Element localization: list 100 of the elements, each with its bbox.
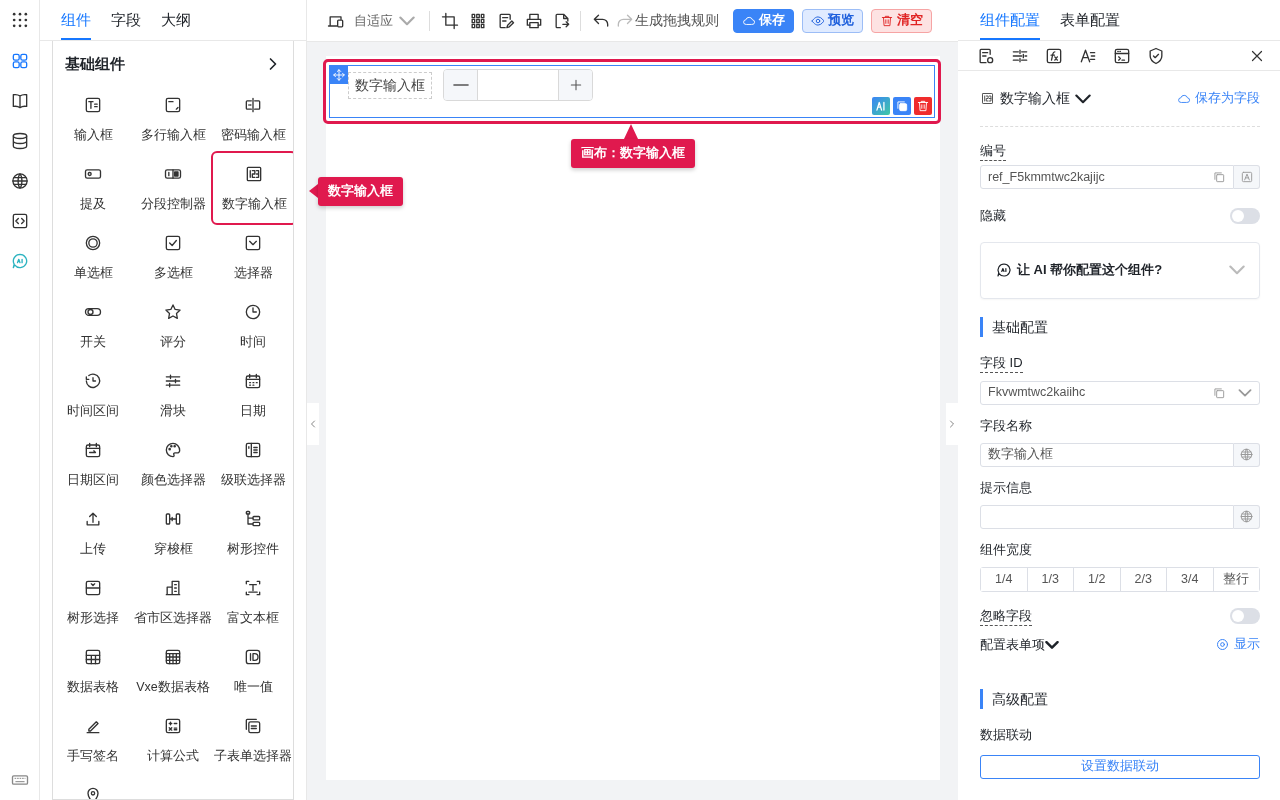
field-label: 编号 xyxy=(980,142,1006,161)
section-heading: 基础配置 xyxy=(980,316,1260,337)
save-as-field-link[interactable]: 保存为字段 xyxy=(1177,89,1260,108)
set-linkage-button[interactable]: 设置数据联动 xyxy=(980,754,1260,779)
palette-icon xyxy=(163,440,183,460)
component-item[interactable]: 数字输入框 xyxy=(211,151,293,225)
show-link[interactable]: 显示 xyxy=(1215,635,1260,655)
field-label: 字段 ID xyxy=(980,353,1023,373)
table-icon xyxy=(83,647,103,667)
clock-icon xyxy=(243,302,263,322)
star-icon xyxy=(163,302,183,322)
trash-icon xyxy=(880,13,894,28)
globe-icon[interactable] xyxy=(1239,447,1254,462)
component-item[interactable]: 滑块 xyxy=(133,363,213,432)
width-option[interactable]: 整行 xyxy=(1212,567,1259,591)
component-item[interactable]: 输入框 xyxy=(53,87,133,156)
panel-tab[interactable]: 组件 xyxy=(61,0,91,40)
password-field-icon xyxy=(243,95,263,115)
toolbar-button[interactable]: 清空 xyxy=(871,8,932,33)
ai-assist-prompt[interactable]: 让 AI 帮你配置这个组件? xyxy=(1017,260,1163,280)
component-item[interactable]: 级联选择器 xyxy=(213,432,293,501)
cascader-icon xyxy=(243,440,263,460)
component-item[interactable]: 上传 xyxy=(53,501,133,570)
field-label: 字段名称 xyxy=(980,416,1032,435)
rail-button[interactable] xyxy=(9,171,30,191)
component-item[interactable]: 日期区间 xyxy=(53,432,133,501)
globe-icon[interactable] xyxy=(1239,509,1254,524)
text-icon[interactable] xyxy=(1239,170,1254,184)
component-item[interactable]: 手写签名 xyxy=(53,708,133,777)
component-item[interactable]: 选择器 xyxy=(213,225,293,294)
copy-icon xyxy=(895,99,909,113)
component-item[interactable]: 时间区间 xyxy=(53,363,133,432)
eye-icon xyxy=(1215,637,1230,653)
callout: 画布：数字输入框 xyxy=(571,124,695,168)
component-item[interactable]: 富文本框 xyxy=(213,570,293,639)
copy-icon[interactable] xyxy=(1212,385,1226,400)
field-label: 忽略字段 xyxy=(980,605,1032,626)
component-item[interactable]: 颜色选择器 xyxy=(133,432,213,501)
component-item[interactable]: 开关 xyxy=(53,294,133,363)
component-item[interactable]: 提及 xyxy=(53,156,133,225)
toggle-switch[interactable] xyxy=(1230,207,1260,224)
text-field[interactable]: 数字输入框 xyxy=(980,442,1234,467)
component-item[interactable]: 计算公式 xyxy=(133,708,213,777)
panel-tab[interactable]: 大纲 xyxy=(161,0,191,40)
field-label: 数据联动 xyxy=(980,725,1032,744)
form-item-config-toggle[interactable]: 配置表单项 xyxy=(980,635,1059,655)
panel-tab[interactable]: 组件配置 xyxy=(980,0,1040,40)
text-field-icon xyxy=(83,95,103,115)
component-item[interactable]: 多选框 xyxy=(133,225,213,294)
component-item[interactable]: 日期 xyxy=(213,363,293,432)
eye-icon xyxy=(811,13,825,28)
section-title: 基础组件 xyxy=(65,53,125,74)
globe-icon xyxy=(9,171,30,191)
component-item[interactable]: 穿梭框 xyxy=(133,501,213,570)
toolbar-button[interactable]: 预览 xyxy=(802,8,863,33)
component-item[interactable]: 时间 xyxy=(213,294,293,363)
form-item[interactable]: 数字输入框 xyxy=(329,65,935,118)
rich-text-icon xyxy=(243,578,263,598)
panel-tab[interactable]: 字段 xyxy=(111,0,141,40)
copy-button[interactable] xyxy=(893,97,911,115)
component-item[interactable]: 子表单选择器 xyxy=(213,708,293,777)
chevron-down-icon xyxy=(399,15,415,26)
text-area-icon xyxy=(163,95,183,115)
component-item[interactable]: 唯一值 xyxy=(213,639,293,708)
layout-select[interactable]: 自适应 xyxy=(350,10,419,31)
component-type-select[interactable]: 数字输入框 xyxy=(980,88,1091,109)
panel-tab[interactable]: 表单配置 xyxy=(1060,0,1120,40)
text-field[interactable]: ref_F5kmmtwc2kajijc xyxy=(980,165,1234,189)
component-item[interactable]: 树形选择 xyxy=(53,570,133,639)
sparkle-icon xyxy=(874,99,888,113)
component-item[interactable]: 数据表格 xyxy=(53,639,133,708)
checkbox-icon xyxy=(163,233,183,253)
text-field[interactable] xyxy=(980,504,1234,529)
generate-rules-link[interactable]: 生成拖拽规则 xyxy=(635,10,719,31)
id-card-icon xyxy=(243,647,263,667)
ai-button[interactable] xyxy=(872,97,890,115)
number-input[interactable] xyxy=(443,69,593,101)
field-label: 组件宽度 xyxy=(980,540,1032,559)
component-item[interactable]: 单选框 xyxy=(53,225,133,294)
component-item[interactable]: Vxe数据表格 xyxy=(133,639,213,708)
select-field[interactable]: Fkvwmtwc2kaiihc xyxy=(980,380,1260,405)
chevron-down-icon[interactable] xyxy=(1229,265,1245,275)
component-item[interactable]: 树形控件 xyxy=(213,501,293,570)
delete-button[interactable] xyxy=(914,97,932,115)
minus-icon xyxy=(452,84,469,86)
move-handle[interactable] xyxy=(330,66,348,84)
crop-icon[interactable] xyxy=(440,10,460,31)
field-label: 隐藏 xyxy=(980,207,1006,225)
copy-icon[interactable] xyxy=(1212,170,1226,184)
trash-icon xyxy=(916,99,930,113)
component-item[interactable]: 评分 xyxy=(133,294,213,363)
toolbar-button[interactable]: 保存 xyxy=(733,8,794,33)
component-item[interactable]: 多行输入框 xyxy=(133,87,213,156)
toggle-switch[interactable] xyxy=(1230,607,1260,624)
tree-icon xyxy=(243,509,263,529)
select-icon xyxy=(243,233,263,253)
component-item[interactable]: 分段控制器 xyxy=(133,156,213,225)
chevron-down-icon[interactable] xyxy=(1238,388,1252,397)
calendar-arrow-icon xyxy=(83,440,103,460)
component-item[interactable]: 省市区选择器 xyxy=(133,570,213,639)
